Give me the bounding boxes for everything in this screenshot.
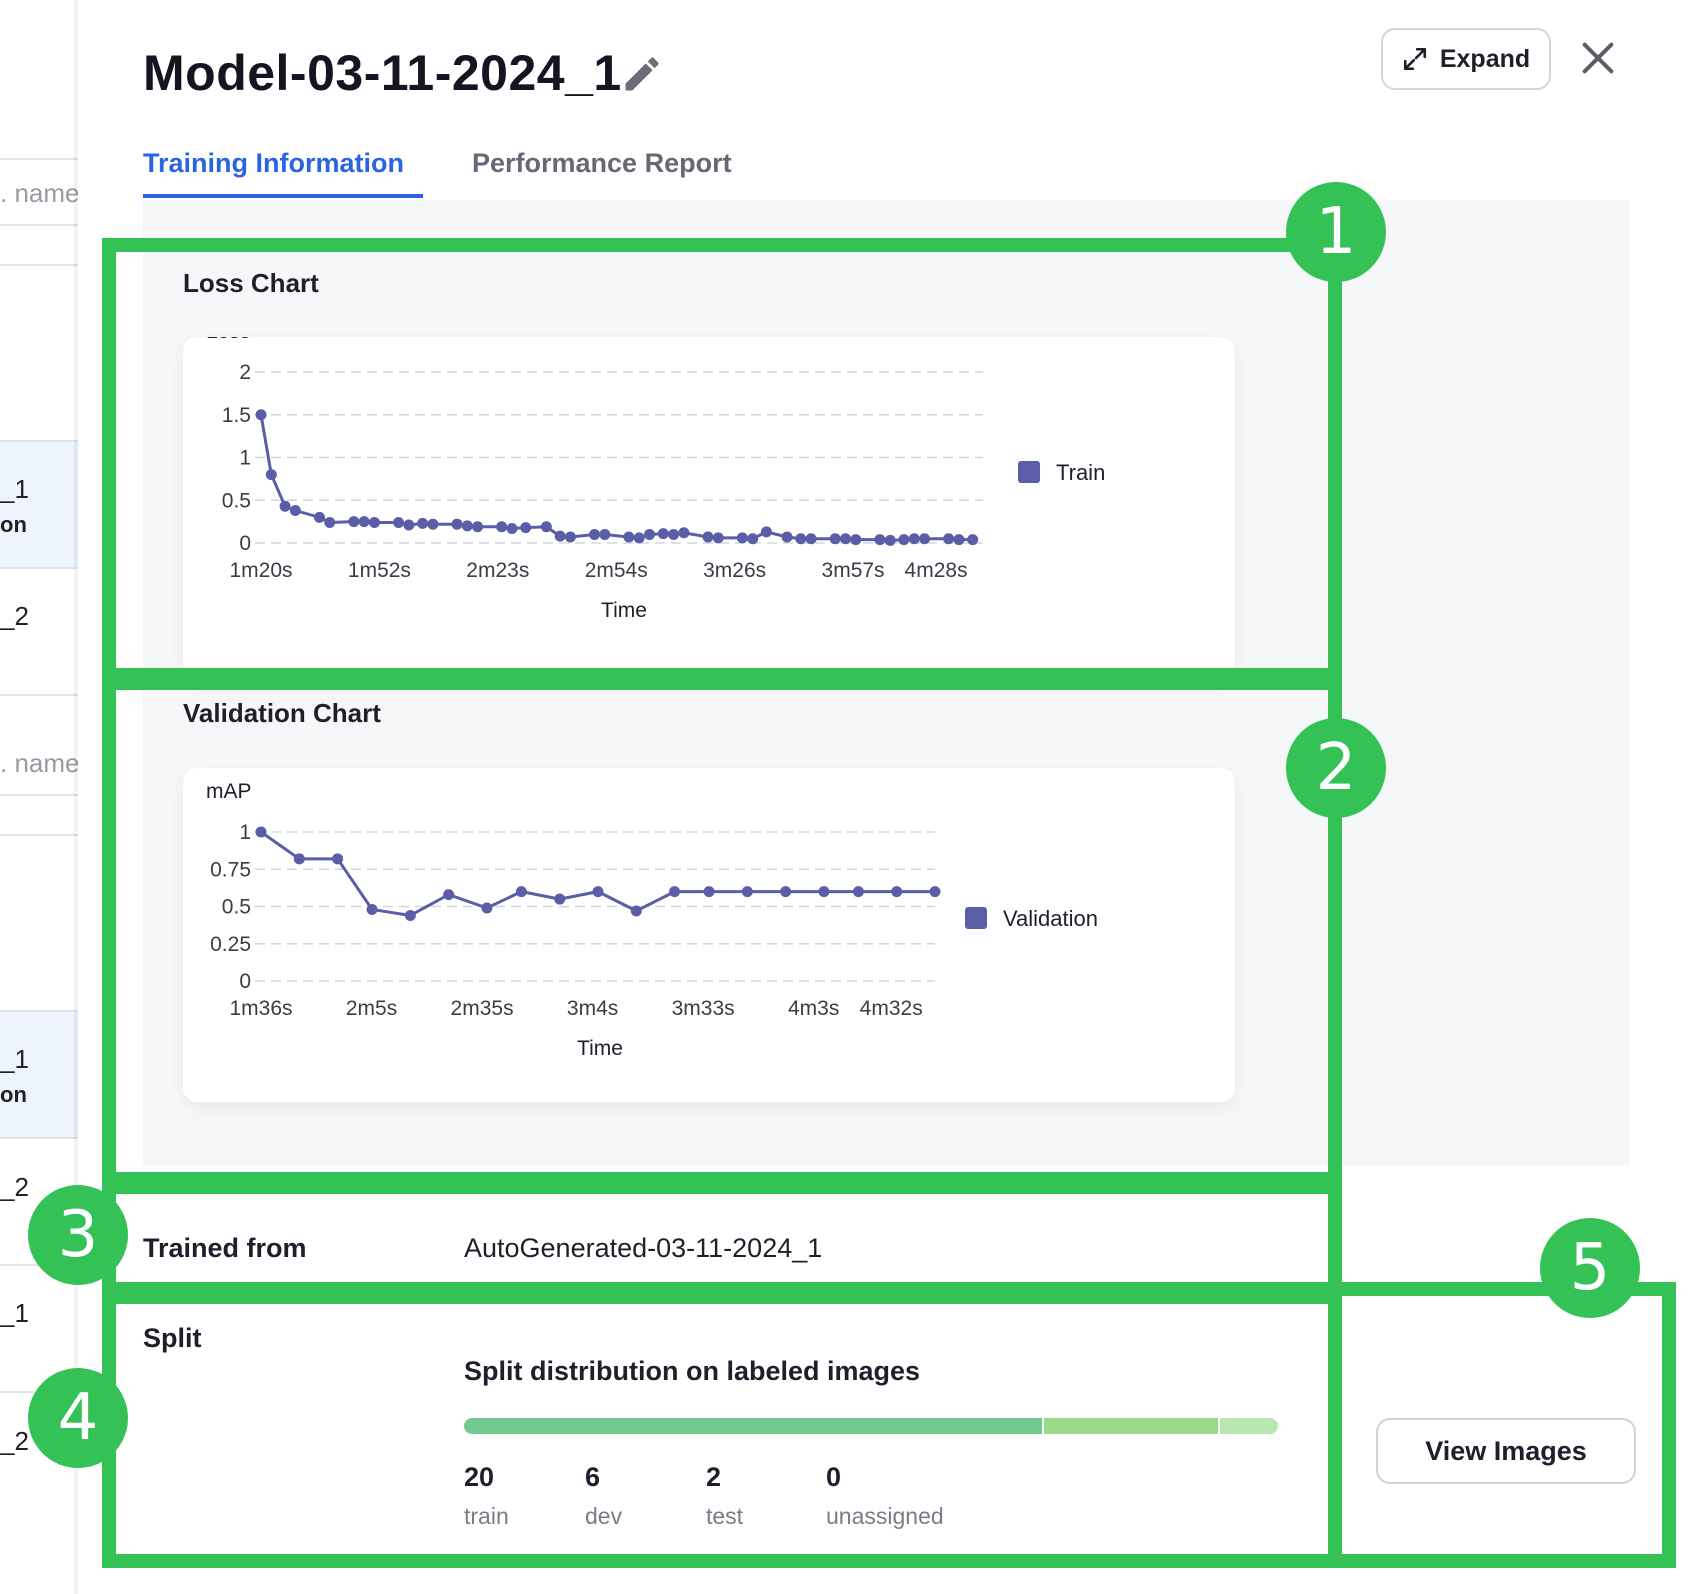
divider (0, 794, 78, 796)
tab-training-information[interactable]: Training Information (143, 148, 404, 179)
list-column-header: . name (0, 748, 78, 778)
divider (0, 1010, 78, 1012)
annotation-badge-3: 3 (28, 1185, 128, 1285)
divider (0, 224, 78, 226)
annotation-badge-2: 2 (1286, 718, 1386, 818)
close-icon[interactable] (1578, 38, 1618, 78)
active-tab-indicator (143, 194, 423, 198)
annotation-box-1 (102, 238, 1342, 682)
annotation-box-3 (102, 1180, 1342, 1296)
annotation-box-4 (102, 1290, 1342, 1568)
list-item[interactable]: _1 (0, 474, 78, 505)
expand-arrows-icon (1403, 47, 1426, 71)
annotation-badge-1: 1 (1286, 182, 1386, 282)
expand-label: Expand (1439, 44, 1531, 73)
divider (0, 1137, 78, 1139)
list-item[interactable]: _1 (0, 1044, 78, 1075)
annotation-box-5 (1328, 1282, 1676, 1568)
list-column-header: . name (0, 178, 78, 208)
divider (0, 694, 78, 696)
expand-button[interactable]: Expand (1381, 28, 1551, 90)
divider (0, 158, 78, 160)
list-item-sub: on (0, 1082, 27, 1107)
model-title: Model-03-11-2024_1 (143, 45, 622, 101)
divider (0, 834, 78, 836)
annotation-badge-4: 4 (28, 1368, 128, 1468)
list-item[interactable]: _1 (0, 1298, 78, 1329)
tab-performance-report[interactable]: Performance Report (472, 148, 732, 179)
divider (0, 567, 78, 569)
annotation-badge-5: 5 (1540, 1218, 1640, 1318)
divider (0, 264, 78, 266)
annotation-box-2 (102, 676, 1342, 1186)
pencil-icon[interactable] (620, 52, 664, 96)
list-item[interactable]: _2 (0, 601, 78, 632)
background-model-list: . name _1 on _2 . name _1 on _2 _1 _2 (0, 0, 78, 1594)
divider (0, 440, 78, 442)
list-item-sub: on (0, 512, 27, 537)
